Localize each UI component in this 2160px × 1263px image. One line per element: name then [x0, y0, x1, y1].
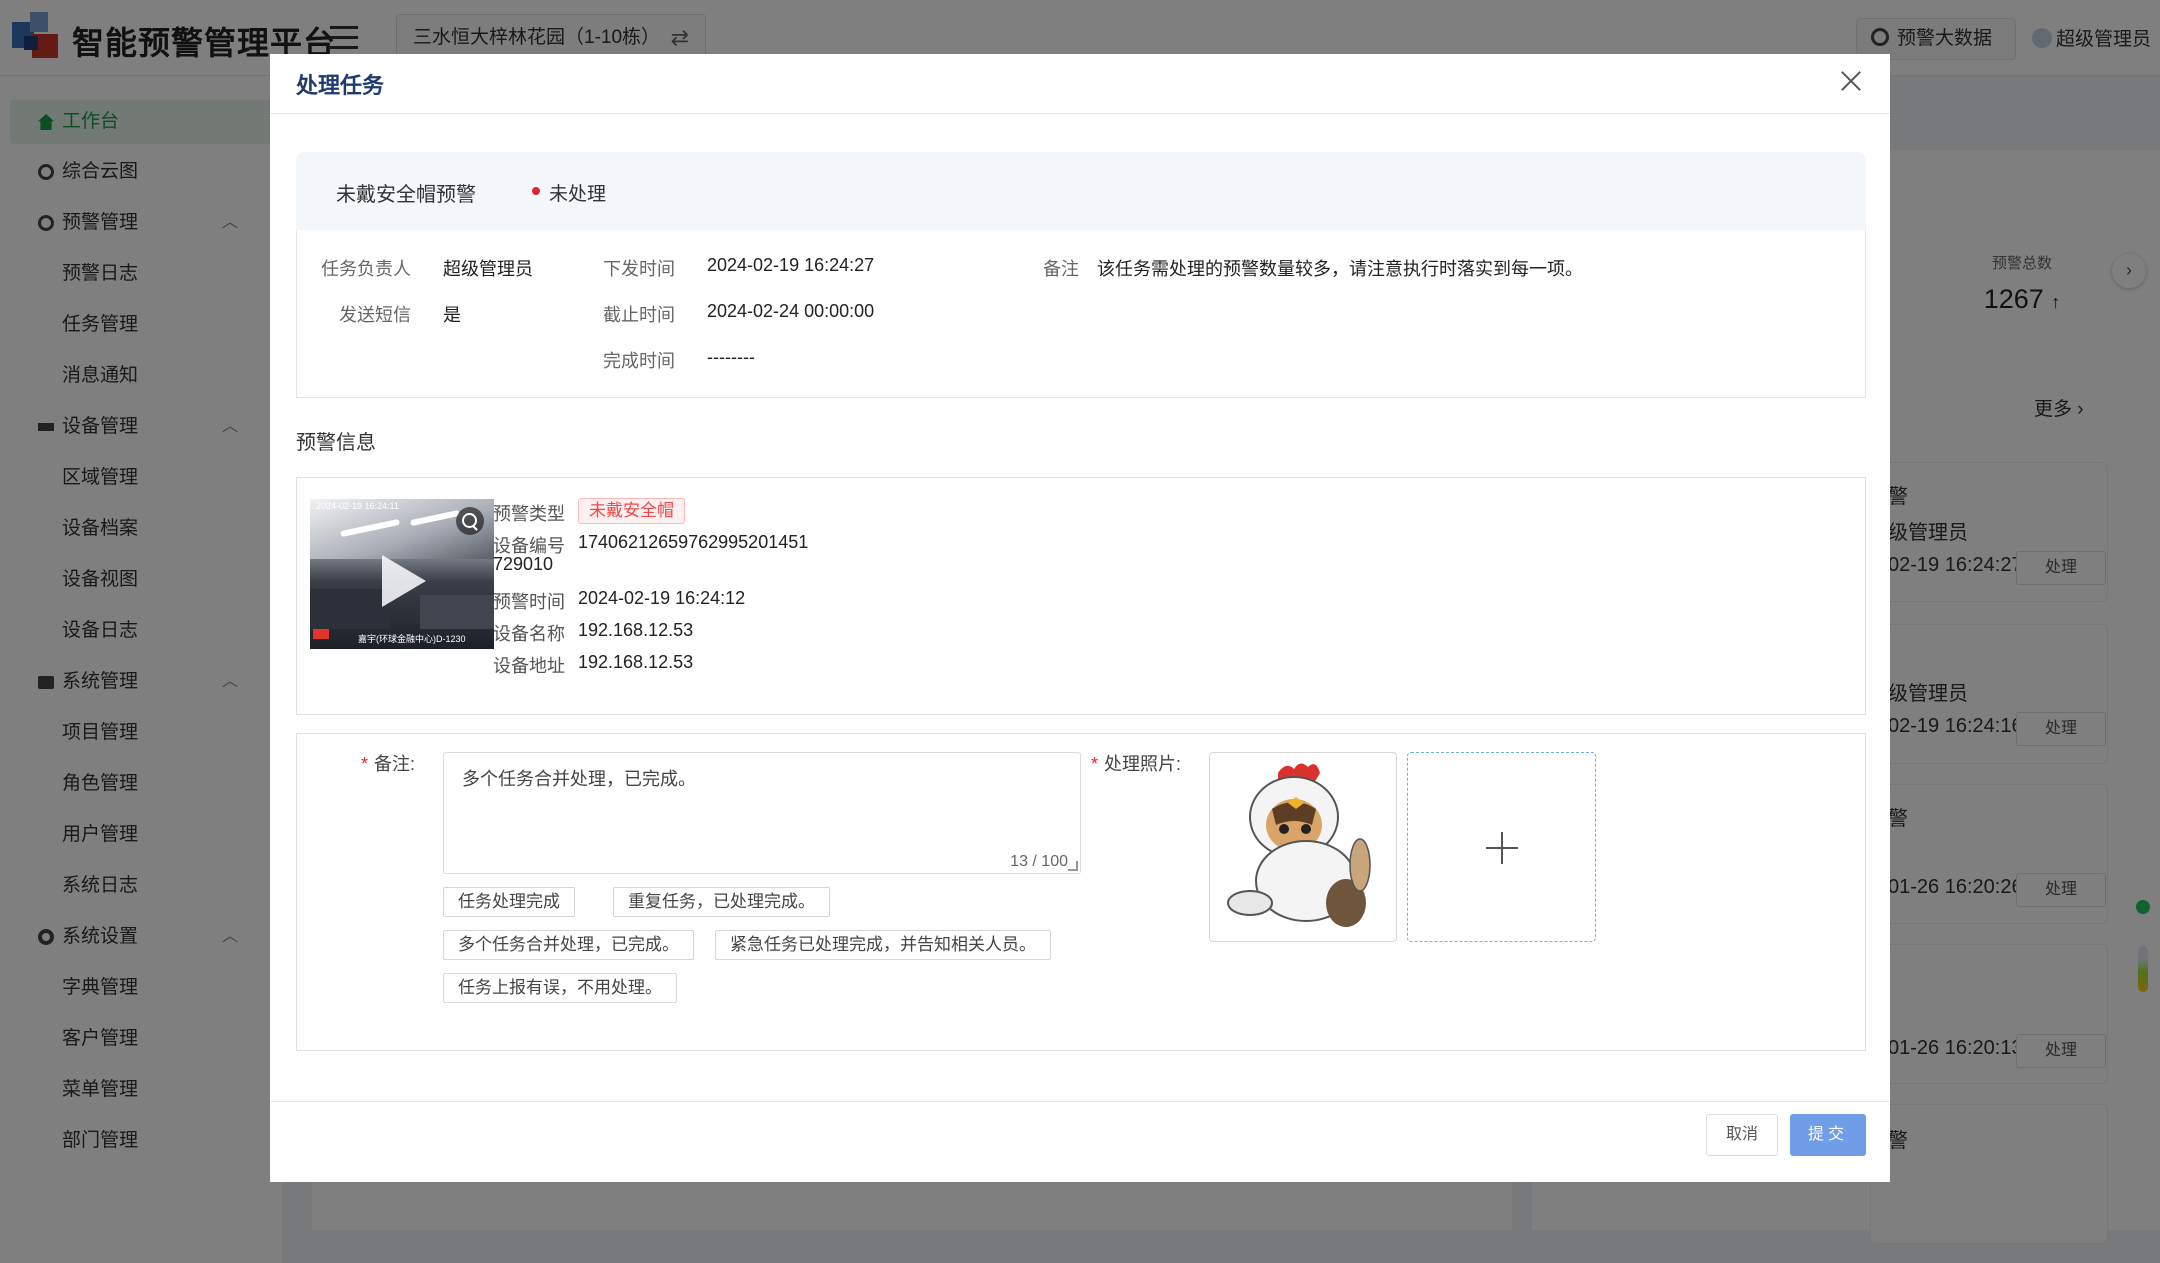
- quick-reply-chip[interactable]: 紧急任务已处理完成，并告知相关人员。: [715, 930, 1051, 960]
- close-icon[interactable]: [1836, 66, 1866, 96]
- quick-reply-chip[interactable]: 多个任务合并处理，已完成。: [443, 930, 694, 960]
- deadline-value: 2024-02-24 00:00:00: [707, 301, 875, 321]
- dialog-footer: 取消 提交: [270, 1101, 1890, 1182]
- device-no-value-wrap: 729010: [493, 554, 554, 574]
- uploaded-photo[interactable]: [1209, 752, 1397, 942]
- dialog-title: 处理任务: [296, 73, 385, 98]
- done-label: 完成时间: [603, 351, 675, 371]
- owner-value: 超级管理员: [443, 259, 533, 279]
- alert-section-title: 预警信息: [296, 432, 376, 454]
- device-no-value: 17406212659762995201451: [578, 532, 809, 552]
- remark-field-label-text: 备注:: [374, 754, 416, 774]
- photo-field-label: * 处理照片:: [1091, 750, 1181, 776]
- remark-textarea-value: 多个任务合并处理，已完成。: [462, 769, 696, 789]
- done-value: --------: [707, 347, 755, 367]
- snapshot-tag: [313, 629, 329, 639]
- device-name-label: 设备名称: [493, 624, 565, 644]
- submit-button[interactable]: 提交: [1790, 1114, 1866, 1156]
- cat-chicken-image: [1227, 763, 1371, 927]
- cancel-button[interactable]: 取消: [1706, 1114, 1778, 1156]
- device-addr-value: 192.168.12.53: [578, 652, 694, 672]
- alert-time-label: 预警时间: [493, 592, 565, 612]
- issued-value: 2024-02-19 16:24:27: [707, 255, 875, 275]
- device-name-value: 192.168.12.53: [578, 620, 694, 640]
- remark-field-label: * 备注:: [361, 750, 415, 776]
- required-mark: *: [1091, 754, 1099, 774]
- dialog-header: 处理任务: [270, 54, 1890, 114]
- quick-reply-chip[interactable]: 重复任务，已处理完成。: [613, 887, 830, 917]
- snapshot-desk: [310, 589, 390, 629]
- remark-label: 备注: [1043, 259, 1079, 279]
- sms-value: 是: [443, 305, 461, 325]
- snapshot-caption: 嘉宇(环球金融中心)D-1230: [358, 634, 466, 644]
- snapshot-timestamp: 2024-02-19 16:24:11: [316, 501, 399, 511]
- owner-label: 任务负责人: [321, 259, 411, 279]
- task-details: 任务负责人 超级管理员 发送短信 是 下发时间 2024-02-19 16:24…: [296, 230, 1866, 398]
- quick-reply-chip[interactable]: 任务处理完成: [443, 887, 575, 917]
- issued-label: 下发时间: [603, 259, 675, 279]
- alert-info-card: 2024-02-19 16:24:11 嘉宇(环球金融中心)D-1230 预警类…: [296, 477, 1866, 715]
- snapshot-desk: [420, 595, 494, 629]
- status-dot-icon: [532, 187, 540, 195]
- status-badge: 未处理: [549, 184, 607, 205]
- quick-reply-chip[interactable]: 任务上报有误，不用处理。: [443, 973, 677, 1003]
- sms-label: 发送短信: [339, 305, 411, 325]
- resize-handle-icon[interactable]: [1068, 861, 1078, 871]
- alert-snapshot[interactable]: 2024-02-19 16:24:11 嘉宇(环球金融中心)D-1230: [310, 499, 494, 649]
- photo-field-label-text: 处理照片:: [1104, 754, 1182, 774]
- process-task-dialog: 处理任务 未戴安全帽预警 未处理 任务负责人 超级管理员 发送短信 是 下发时间…: [270, 54, 1890, 1182]
- alert-type-tag: 未戴安全帽: [578, 498, 685, 524]
- deadline-label: 截止时间: [603, 305, 675, 325]
- photo-upload-plus-icon[interactable]: [1407, 752, 1596, 942]
- device-addr-label: 设备地址: [493, 656, 565, 676]
- char-counter: 13 / 100: [1010, 853, 1068, 870]
- alert-type-label: 预警类型: [493, 504, 565, 524]
- alert-time-value: 2024-02-19 16:24:12: [578, 588, 746, 608]
- required-mark: *: [361, 754, 369, 774]
- remark-value: 该任务需处理的预警数量较多，请注意执行时落实到每一项。: [1097, 259, 1583, 279]
- remark-textarea[interactable]: 多个任务合并处理，已完成。 13 / 100: [443, 752, 1081, 874]
- task-name: 未戴安全帽预警: [336, 184, 476, 206]
- play-icon[interactable]: [382, 555, 426, 607]
- process-form: * 备注: 多个任务合并处理，已完成。 13 / 100 任务处理完成 重复任务，…: [296, 733, 1866, 1051]
- task-summary-header: 未戴安全帽预警 未处理: [296, 152, 1866, 230]
- zoom-in-icon[interactable]: [456, 507, 484, 535]
